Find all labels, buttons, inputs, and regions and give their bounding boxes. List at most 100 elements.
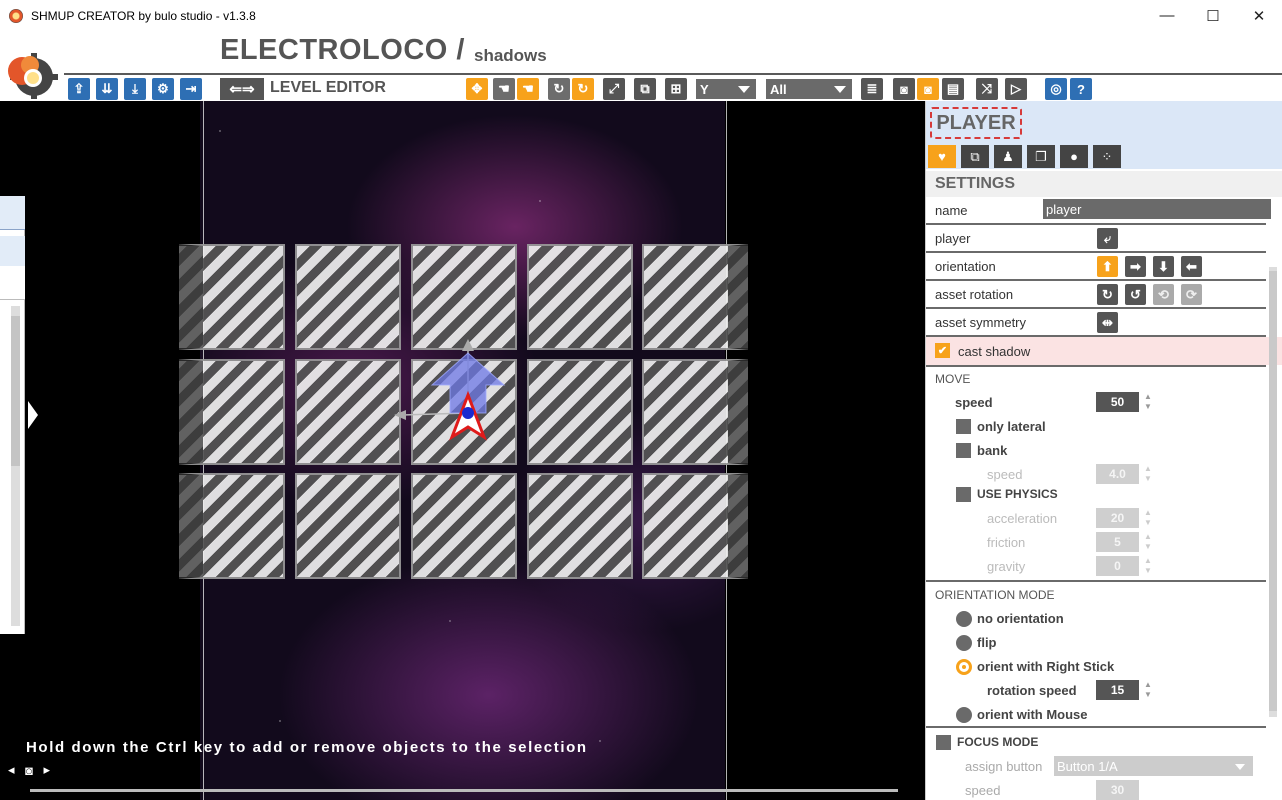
- flip-radio[interactable]: [956, 635, 972, 651]
- use-physics-checkbox[interactable]: [956, 487, 971, 502]
- switch-editor-arrows-icon[interactable]: ⇐⇒: [220, 78, 264, 100]
- tile-object[interactable]: [642, 244, 748, 350]
- acceleration-stepper[interactable]: ▲ ▼: [1143, 508, 1153, 528]
- tab-assets-icon[interactable]: ⧉: [961, 145, 989, 168]
- camera-follow-icon[interactable]: ◙: [917, 78, 939, 100]
- arrow-right-icon[interactable]: ▸: [43, 762, 50, 778]
- rotate-y-icon[interactable]: ⟳: [1181, 284, 1202, 305]
- exit-icon[interactable]: ⇥: [180, 78, 202, 100]
- right-stick-radio[interactable]: [956, 659, 972, 675]
- rotate-ccw-icon[interactable]: ↺: [1125, 284, 1146, 305]
- filter-select[interactable]: All: [766, 79, 852, 99]
- friction-stepper[interactable]: ▲ ▼: [1143, 532, 1153, 552]
- arrow-up-icon[interactable]: ⬆: [1097, 256, 1118, 277]
- align-icon[interactable]: ⊞: [665, 78, 687, 100]
- axis-select[interactable]: Y: [696, 79, 756, 99]
- move-section-title: MOVE: [935, 372, 971, 386]
- rotation-speed-stepper[interactable]: ▲ ▼: [1143, 680, 1153, 700]
- player-assign-icon[interactable]: ⤶: [1097, 228, 1118, 249]
- rotate-tool-active-icon[interactable]: ↻: [572, 78, 594, 100]
- level-canvas[interactable]: Hold down the Ctrl key to add or remove …: [0, 101, 925, 800]
- rotate-x-icon[interactable]: ⟲: [1153, 284, 1174, 305]
- tab-layers-icon[interactable]: ❐: [1027, 145, 1055, 168]
- cast-shadow-row[interactable]: ✔ cast shadow: [926, 337, 1282, 365]
- rotate-tool-icon[interactable]: ↻: [548, 78, 570, 100]
- arrow-left-icon[interactable]: ◂: [8, 762, 15, 778]
- panel-scrollbar[interactable]: [1269, 267, 1277, 717]
- tile-object[interactable]: [642, 359, 748, 465]
- cast-shadow-checkbox[interactable]: ✔: [935, 343, 950, 358]
- project-title: ELECTROLOCO /: [220, 34, 465, 66]
- grab-tool-icon[interactable]: ☚: [493, 78, 515, 100]
- gravity-input[interactable]: 0: [1096, 556, 1139, 576]
- symmetry-icon[interactable]: ⇹: [1097, 312, 1118, 333]
- download-icon[interactable]: ⤓: [124, 78, 146, 100]
- expand-panel-arrow-icon[interactable]: [28, 401, 38, 429]
- tab-spawn-icon[interactable]: ♟: [994, 145, 1022, 168]
- tile-object[interactable]: [179, 244, 285, 350]
- rotate-cw-icon[interactable]: ↻: [1097, 284, 1118, 305]
- canvas-horizontal-scrollbar[interactable]: [30, 789, 898, 792]
- left-panel-row[interactable]: [0, 236, 25, 270]
- view-icon[interactable]: ◎: [1045, 78, 1067, 100]
- tile-object[interactable]: [179, 359, 285, 465]
- move-tool-icon[interactable]: ✥: [466, 78, 488, 100]
- move-speed-input[interactable]: 50: [1096, 392, 1139, 412]
- tile-object[interactable]: [527, 473, 633, 579]
- left-panel-row[interactable]: [0, 266, 25, 300]
- close-button[interactable]: ✕: [1236, 0, 1282, 31]
- scale-tool-icon[interactable]: ⤢: [603, 78, 625, 100]
- tab-settings-heart-icon[interactable]: ♥: [928, 145, 956, 168]
- acceleration-input[interactable]: 20: [1096, 508, 1139, 528]
- tile-object[interactable]: [527, 359, 633, 465]
- path-tool-icon[interactable]: ☚: [517, 78, 539, 100]
- tab-particles-icon[interactable]: ⁘: [1093, 145, 1121, 168]
- mouse-radio[interactable]: [956, 707, 972, 723]
- tile-object[interactable]: [295, 473, 401, 579]
- left-panel-scrollbar[interactable]: [11, 306, 20, 626]
- tile-object[interactable]: [411, 473, 517, 579]
- tile-object[interactable]: [527, 244, 633, 350]
- tab-bomb-icon[interactable]: ●: [1060, 145, 1088, 168]
- build-icon[interactable]: ⇊: [96, 78, 118, 100]
- bank-speed-stepper[interactable]: ▲ ▼: [1143, 464, 1153, 484]
- object-type-title[interactable]: PLAYER: [930, 107, 1022, 139]
- duplicate-icon[interactable]: ⧉: [634, 78, 656, 100]
- friction-input[interactable]: 5: [1096, 532, 1139, 552]
- divider: [926, 365, 1266, 367]
- scrollbar-thumb[interactable]: [1269, 271, 1277, 711]
- camera-nav-control[interactable]: ◂ ◙ ▸: [8, 761, 50, 779]
- maximize-button[interactable]: ☐: [1190, 0, 1236, 31]
- arrow-right-icon[interactable]: ➡: [1125, 256, 1146, 277]
- assign-button-select[interactable]: Button 1/A: [1054, 756, 1253, 776]
- tile-object[interactable]: [179, 473, 285, 579]
- play-icon[interactable]: ▷: [1005, 78, 1027, 100]
- arrow-down-icon[interactable]: ⬇: [1153, 256, 1174, 277]
- layers-icon[interactable]: ≣: [861, 78, 883, 100]
- gravity-stepper[interactable]: ▲ ▼: [1143, 556, 1153, 576]
- scrollbar-thumb[interactable]: [11, 316, 20, 466]
- random-icon[interactable]: ⤨: [976, 78, 998, 100]
- arrow-left-icon[interactable]: ⬅: [1181, 256, 1202, 277]
- camera-icon[interactable]: ◙: [893, 78, 915, 100]
- no-orientation-radio[interactable]: [956, 611, 972, 627]
- left-panel-row[interactable]: [0, 196, 25, 230]
- focus-mode-checkbox[interactable]: [936, 735, 951, 750]
- mouse-label: orient with Mouse: [977, 707, 1088, 722]
- focus-speed-input[interactable]: 30: [1096, 780, 1139, 800]
- rotation-speed-input[interactable]: 15: [1096, 680, 1139, 700]
- move-speed-stepper[interactable]: ▲ ▼: [1143, 392, 1153, 412]
- only-lateral-checkbox[interactable]: [956, 419, 971, 434]
- export-icon[interactable]: ⇪: [68, 78, 90, 100]
- minimize-button[interactable]: —: [1144, 0, 1190, 31]
- clipboard-icon[interactable]: ▤: [942, 78, 964, 100]
- tile-object[interactable]: [642, 473, 748, 579]
- name-input[interactable]: player: [1043, 199, 1271, 219]
- asset-rotation-label: asset rotation: [935, 286, 1014, 302]
- player-ship-gizmo[interactable]: [380, 331, 520, 441]
- help-icon[interactable]: ?: [1070, 78, 1092, 100]
- camera-icon[interactable]: ◙: [25, 763, 33, 778]
- bank-speed-input[interactable]: 4.0: [1096, 464, 1139, 484]
- settings-gear-icon[interactable]: ⚙: [152, 78, 174, 100]
- bank-checkbox[interactable]: [956, 443, 971, 458]
